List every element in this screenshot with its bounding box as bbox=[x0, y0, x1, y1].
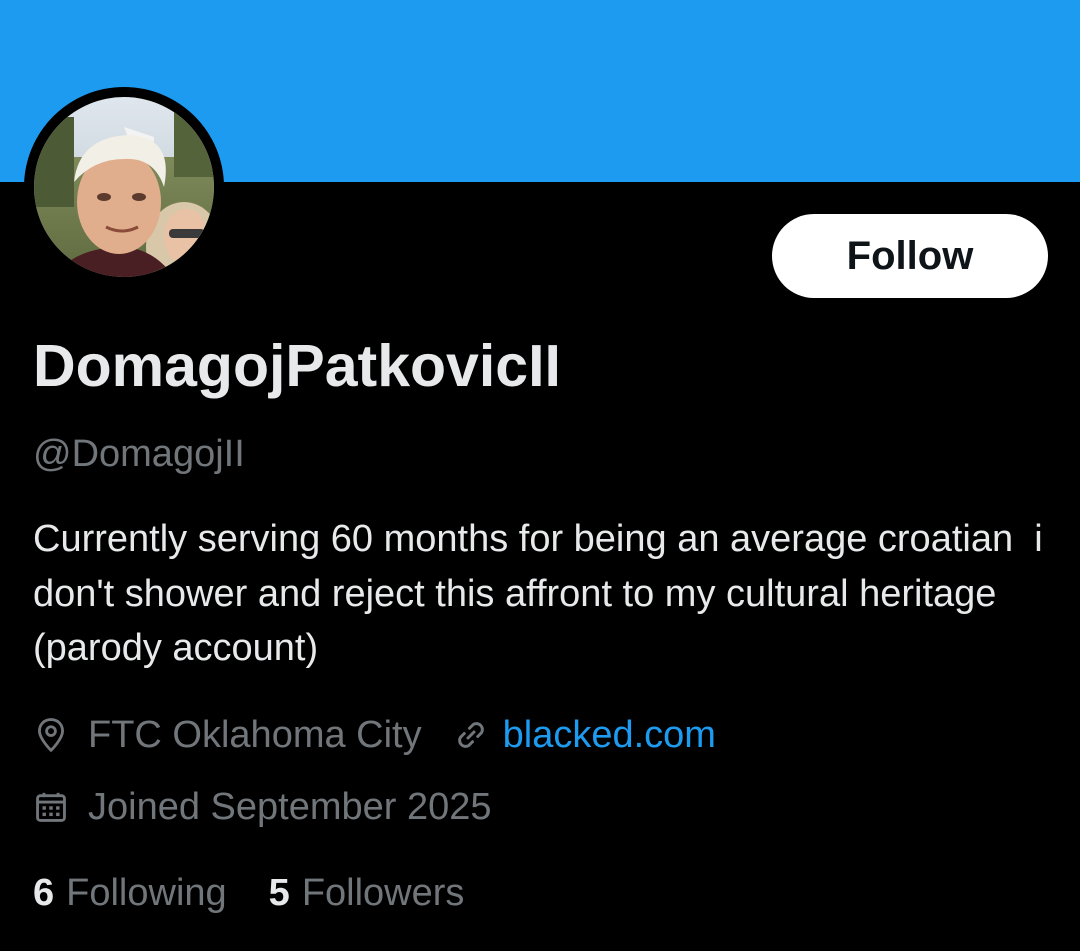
link-icon bbox=[453, 717, 489, 753]
website-link[interactable]: blacked.com bbox=[503, 708, 716, 762]
follow-button[interactable]: Follow bbox=[772, 214, 1048, 298]
following-label: Following bbox=[66, 872, 227, 914]
followers-stat-link[interactable]: 5 Followers bbox=[269, 866, 465, 920]
profile-page: Follow DomagojPatkovicII @DomagojII Curr… bbox=[0, 0, 1080, 951]
profile-meta-joined: Joined September 2025 bbox=[33, 780, 492, 834]
following-count: 6 bbox=[33, 872, 55, 914]
avatar[interactable] bbox=[34, 97, 214, 277]
user-handle: @DomagojII bbox=[33, 433, 245, 475]
followers-count: 5 bbox=[268, 872, 290, 914]
joined-date-text: Joined September 2025 bbox=[88, 786, 492, 828]
profile-meta-location-link: FTC Oklahoma City blacked.com bbox=[33, 708, 716, 762]
avatar-ring bbox=[24, 87, 224, 287]
profile-bio: Currently serving 60 months for being an… bbox=[33, 518, 1054, 669]
follow-stats: 6 Following 5 Followers bbox=[33, 866, 464, 920]
followers-label: Followers bbox=[301, 872, 465, 914]
calendar-icon bbox=[33, 789, 69, 825]
location-text: FTC Oklahoma City bbox=[88, 714, 422, 756]
location-pin-icon bbox=[33, 717, 69, 753]
following-stat-link[interactable]: 6 Following bbox=[33, 866, 227, 920]
avatar-photo bbox=[34, 97, 214, 277]
display-name: DomagojPatkovicII bbox=[33, 333, 561, 399]
